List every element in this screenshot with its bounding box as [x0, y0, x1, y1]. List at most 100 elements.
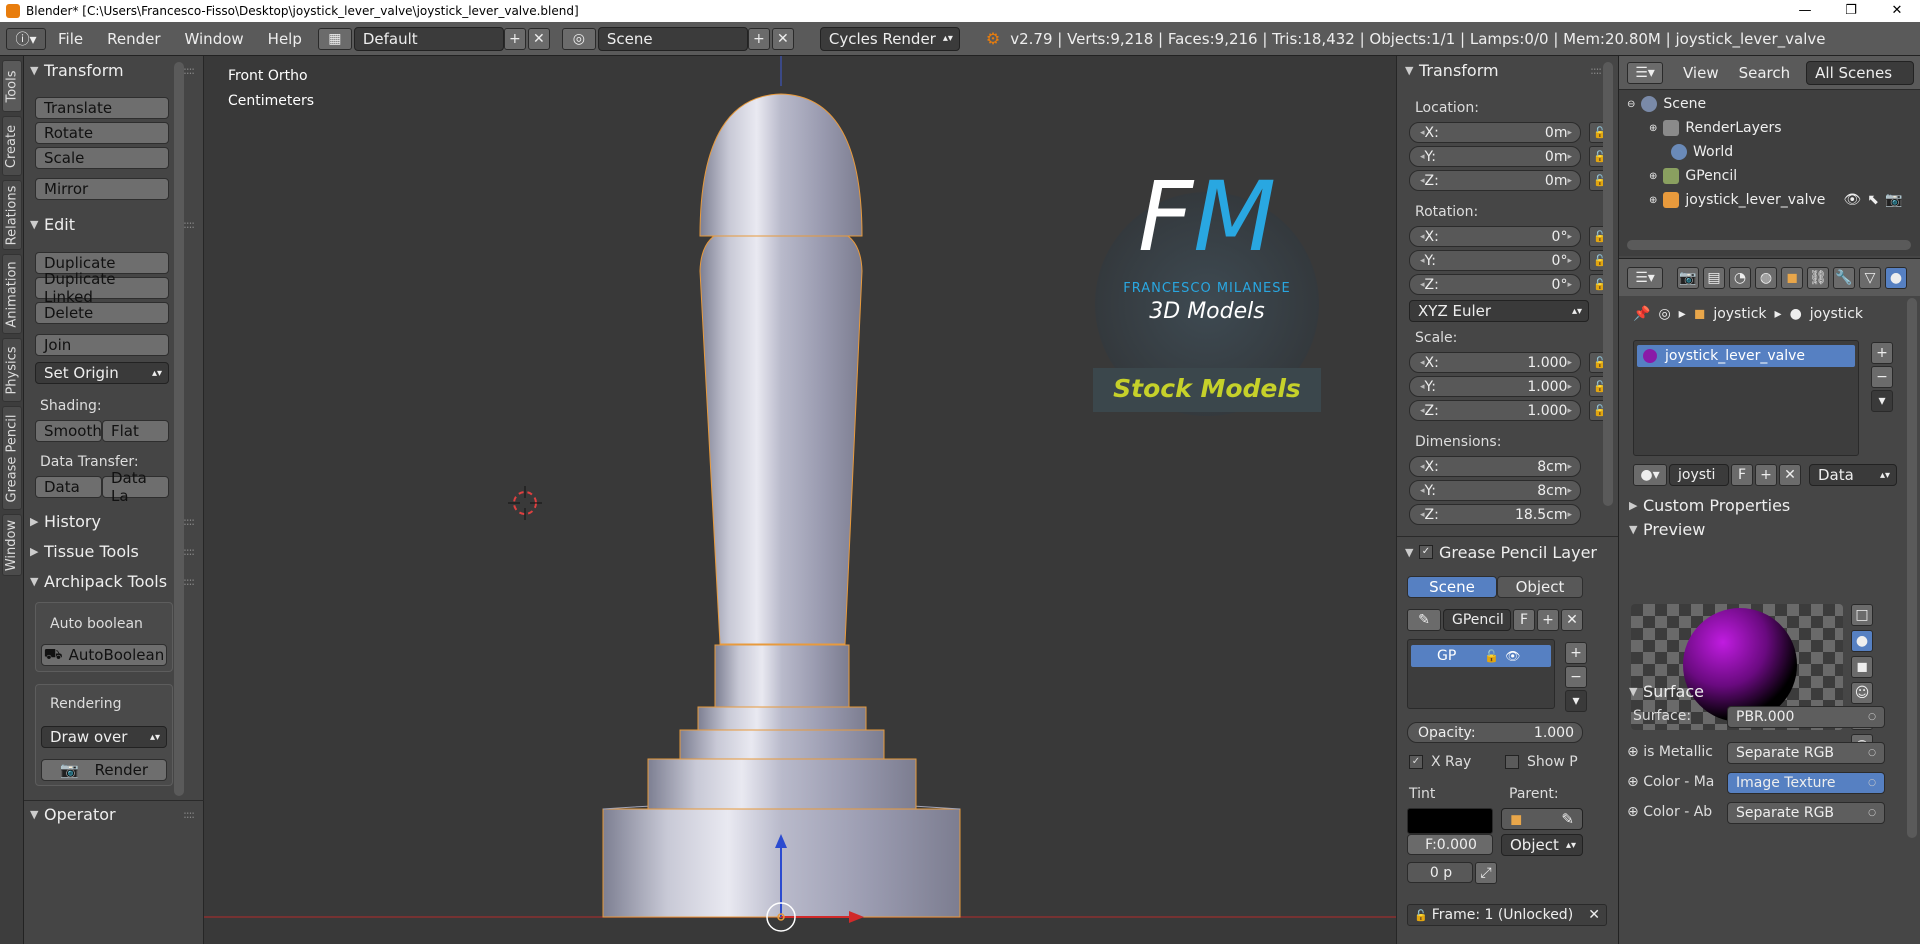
eyedropper-icon[interactable]: ✎ [1561, 810, 1574, 828]
menu-window[interactable]: Window [185, 30, 244, 48]
rotation-y-field[interactable]: ◂ Y: 0° ▸ [1409, 250, 1581, 271]
modifiers-tab-icon[interactable]: 🔧 [1833, 266, 1855, 289]
tab-animation[interactable]: Animation [2, 254, 22, 334]
surface-header[interactable]: ▼ Surface [1629, 680, 1911, 702]
outliner-item-world[interactable]: World [1671, 144, 1733, 160]
menu-help[interactable]: Help [268, 30, 302, 48]
menu-file[interactable]: File [58, 30, 83, 48]
scene-remove-icon[interactable]: ✕ [771, 27, 794, 50]
delete-button[interactable]: Delete [35, 302, 169, 324]
edit-panel-header[interactable]: ▼ Edit:::: [30, 213, 198, 235]
material-slot-remove-icon[interactable]: − [1871, 366, 1893, 388]
3d-viewport[interactable]: Front Ortho Centimeters FM FRANCESCO MIL… [204, 56, 1396, 944]
parent-object-field[interactable]: ◼ ✎ [1501, 808, 1583, 830]
rotation-mode-dropdown[interactable]: XYZ Euler ▴▾ [1409, 300, 1589, 322]
dimension-x-field[interactable]: ◂ X: 8cm ▸ [1409, 456, 1581, 477]
scale-z-field[interactable]: ◂ Z: 1.000 ▸ [1409, 400, 1581, 421]
scene-add-icon[interactable]: + [747, 27, 770, 50]
outliner-hscrollbar[interactable] [1627, 240, 1911, 250]
object-tab-icon[interactable]: ◼ [1781, 266, 1803, 289]
gp-fake-user-button[interactable]: F [1513, 609, 1535, 631]
rotation-x-field[interactable]: ◂ X: 0° ▸ [1409, 226, 1581, 247]
color-ma-input[interactable]: Image Texture ○ [1727, 772, 1885, 794]
thickness-toggle-icon[interactable]: ⤢ [1475, 862, 1497, 884]
n-transform-header[interactable]: ▼ Transform:::: [1405, 59, 1605, 81]
renderlayers-tab-icon[interactable]: ▤ [1703, 266, 1725, 289]
dimension-y-field[interactable]: ◂ Y: 8cm ▸ [1409, 480, 1581, 501]
outliner-item-scene[interactable]: ⊖ Scene [1627, 96, 1706, 112]
lock-icon[interactable]: 🔓 [1484, 649, 1499, 663]
layout-selector-icon[interactable]: ▦ [317, 27, 352, 50]
tint-factor-field[interactable]: F:0.000 [1407, 834, 1493, 855]
archipack-panel-header[interactable]: ▼ Archipack Tools:::: [30, 570, 198, 592]
smooth-button[interactable]: Smooth [35, 420, 102, 442]
layout-name-field[interactable]: Default [353, 26, 504, 51]
material-link-dropdown[interactable]: Data ▴▾ [1809, 464, 1897, 486]
gp-object-button[interactable]: Object [1497, 576, 1583, 598]
preview-header[interactable]: ▼ Preview [1629, 518, 1911, 540]
material-add-icon[interactable]: + [1755, 464, 1777, 486]
render-button[interactable]: 📷 Render [41, 759, 167, 781]
outliner-editor-icon[interactable]: ☰▾ [1627, 61, 1663, 84]
show-points-toggle[interactable]: Show P [1505, 754, 1578, 770]
material-slot-item[interactable]: joystick_lever_valve [1637, 345, 1855, 367]
scale-y-field[interactable]: ◂ Y: 1.000 ▸ [1409, 376, 1581, 397]
scene-selector-icon[interactable]: ◎ [561, 27, 596, 50]
render-camera-icon[interactable]: 📷 [1885, 192, 1902, 208]
material-tab-icon[interactable]: ● [1885, 266, 1907, 289]
scale-x-field[interactable]: ◂ X: 1.000 ▸ [1409, 352, 1581, 373]
flat-button[interactable]: Flat [102, 420, 169, 442]
preview-flat-icon[interactable]: □ [1851, 604, 1873, 626]
properties-scrollbar[interactable] [1907, 298, 1917, 838]
outliner-item-renderlayers[interactable]: ⊕ RenderLayers [1649, 120, 1782, 136]
rotation-z-field[interactable]: ◂ Z: 0° ▸ [1409, 274, 1581, 295]
is-metallic-input[interactable]: Separate RGB ○ [1727, 742, 1885, 764]
scene-name-field[interactable]: Scene [597, 26, 748, 51]
mirror-button[interactable]: Mirror [35, 178, 169, 200]
tool-shelf-scrollbar[interactable] [174, 62, 184, 796]
tab-grease-pencil[interactable]: Grease Pencil [2, 406, 22, 510]
gp-layer-menu-icon[interactable]: ▾ [1565, 690, 1587, 712]
preview-sphere-icon[interactable]: ● [1851, 630, 1873, 652]
surface-shader-field[interactable]: PBR.000 ○ [1727, 706, 1885, 728]
select-cursor-icon[interactable]: ⬉ [1867, 192, 1879, 208]
history-panel-header[interactable]: ▶ History:::: [30, 510, 198, 532]
rotate-button[interactable]: Rotate [35, 122, 169, 144]
material-browse-icon[interactable]: ●▾ [1633, 464, 1667, 486]
gp-layer-remove-icon[interactable]: − [1565, 666, 1587, 688]
location-y-field[interactable]: ◂ Y: 0m ▸ [1409, 146, 1581, 167]
material-unlink-icon[interactable]: ✕ [1779, 464, 1801, 486]
tab-tools[interactable]: Tools [2, 60, 22, 112]
gp-opacity-field[interactable]: Opacity: 1.000 [1407, 722, 1583, 743]
render-tab-icon[interactable]: 📷 [1677, 266, 1699, 289]
gp-datablock-name[interactable]: GPencil [1443, 609, 1511, 631]
material-slot-add-icon[interactable]: + [1871, 342, 1893, 364]
gp-scene-button[interactable]: Scene [1407, 576, 1497, 598]
gp-layer-item[interactable]: GP 🔓 👁 [1411, 645, 1551, 667]
outliner-item-gpencil[interactable]: ⊕ GPencil [1649, 168, 1737, 184]
gp-frame-field[interactable]: 🔓 Frame: 1 (Unlocked) ✕ [1407, 904, 1607, 926]
thickness-field[interactable]: 0 p [1407, 862, 1473, 883]
color-ab-input[interactable]: Separate RGB ○ [1727, 802, 1885, 824]
npanel-scrollbar[interactable] [1603, 62, 1613, 506]
translate-button[interactable]: Translate [35, 97, 169, 119]
maximize-icon[interactable]: ❐ [1828, 0, 1874, 22]
data-layout-button[interactable]: Data La [102, 469, 169, 505]
tab-window[interactable]: Window [2, 514, 22, 576]
outliner-view-menu[interactable]: View [1683, 64, 1719, 82]
visibility-eye-icon[interactable]: 👁 [1843, 192, 1861, 208]
outliner-search-menu[interactable]: Search [1739, 64, 1791, 82]
xray-toggle[interactable]: ✓ X Ray [1409, 754, 1471, 770]
custom-properties-header[interactable]: ▶ Custom Properties [1629, 494, 1911, 516]
render-engine-dropdown[interactable]: Cycles Render ▴▾ [819, 26, 960, 51]
editor-type-info-icon[interactable]: ⓘ▾ [6, 27, 46, 50]
close-icon[interactable]: ✕ [1874, 0, 1920, 22]
gp-add-icon[interactable]: + [1537, 609, 1559, 631]
layout-remove-icon[interactable]: ✕ [527, 27, 550, 50]
properties-editor-icon[interactable]: ☰▾ [1627, 266, 1663, 289]
material-name-field[interactable]: joysti [1669, 464, 1729, 486]
preview-cube-icon[interactable]: ◼ [1851, 656, 1873, 678]
tint-color-swatch[interactable] [1407, 808, 1493, 834]
tab-relations[interactable]: Relations [2, 180, 22, 250]
dimension-z-field[interactable]: ◂ Z: 18.5cm ▸ [1409, 504, 1581, 525]
